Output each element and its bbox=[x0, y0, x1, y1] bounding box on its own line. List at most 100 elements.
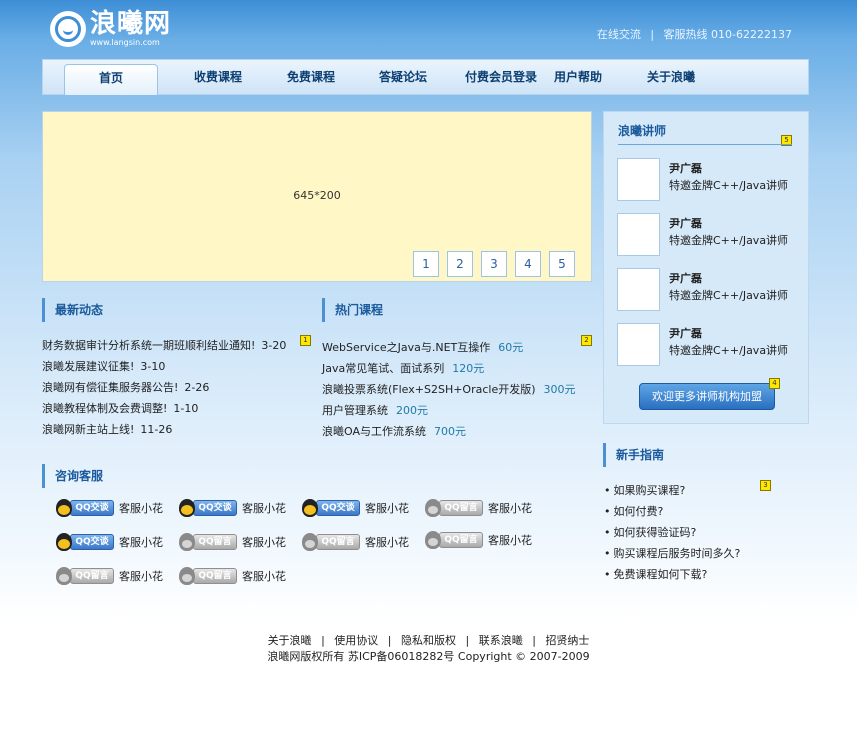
course-link[interactable]: 浪曦OA与工作流系统 bbox=[322, 425, 426, 438]
nav-paid-courses[interactable]: 收费课程 bbox=[165, 60, 271, 94]
footer-link-terms[interactable]: 使用协议 bbox=[334, 634, 378, 647]
news-date: 11-26 bbox=[140, 423, 173, 436]
teacher-name: 尹广磊 bbox=[669, 327, 702, 340]
qq-message-button[interactable]: QQ留言 bbox=[193, 534, 237, 550]
teacher-photo[interactable] bbox=[617, 323, 660, 366]
teacher-title: 特邀金牌C++/Java讲师 bbox=[669, 234, 789, 247]
qq-message-button[interactable]: QQ留言 bbox=[193, 568, 237, 584]
list-item[interactable]: 财务数据审计分析系统一期班顺利结业通知! 3-20 bbox=[42, 335, 286, 356]
guide-link[interactable]: 购买课程后服务时间多久? bbox=[614, 547, 741, 560]
news-badge: 1 bbox=[300, 335, 311, 346]
site-logo[interactable]: 浪曦网 www.langsin.com bbox=[50, 10, 171, 47]
guide-link[interactable]: 如何获得验证码? bbox=[614, 526, 697, 539]
guide-link[interactable]: 如何付费? bbox=[614, 505, 664, 518]
banner-page-3[interactable]: 3 bbox=[481, 251, 507, 277]
qq-online-contact[interactable]: QQ交谈 客服小花 bbox=[56, 530, 163, 554]
banner-page-1[interactable]: 1 bbox=[413, 251, 439, 277]
agent-name: 客服小花 bbox=[365, 502, 409, 515]
teacher-card[interactable]: 尹广磊 特邀金牌C++/Java讲师 bbox=[617, 213, 801, 257]
banner-page-5[interactable]: 5 bbox=[549, 251, 575, 277]
qq-offline-contact[interactable]: QQ留言 客服小花 bbox=[179, 564, 286, 588]
nav-free-courses[interactable]: 免费课程 bbox=[258, 60, 364, 94]
news-link[interactable]: 浪曦网有偿征集服务器公告! bbox=[42, 381, 178, 394]
course-link[interactable]: Java常见笔试、面试系列 bbox=[322, 362, 444, 375]
guide-section-title: 新手指南 bbox=[603, 443, 664, 467]
qq-offline-contact[interactable]: QQ留言 客服小花 bbox=[425, 496, 532, 520]
qq-penguin-icon bbox=[179, 533, 195, 551]
list-item[interactable]: 浪曦网有偿征集服务器公告! 2-26 bbox=[42, 377, 286, 398]
list-item[interactable]: 浪曦投票系统(Flex+S2SH+Oracle开发版) 300元 bbox=[322, 379, 576, 400]
qq-penguin-icon bbox=[179, 499, 195, 517]
nav-help[interactable]: 用户帮助 bbox=[532, 60, 624, 94]
teacher-card[interactable]: 尹广磊 特邀金牌C++/Java讲师 bbox=[617, 323, 801, 367]
course-price: 200元 bbox=[396, 404, 428, 417]
list-item[interactable]: 浪曦发展建议征集! 3-10 bbox=[42, 356, 286, 377]
list-item[interactable]: Java常见笔试、面试系列 120元 bbox=[322, 358, 576, 379]
news-link[interactable]: 浪曦发展建议征集! bbox=[42, 360, 134, 373]
banner[interactable]: 645*200 1 2 3 4 5 bbox=[42, 111, 592, 282]
qq-offline-contact[interactable]: QQ留言 客服小花 bbox=[302, 530, 409, 554]
guide-link[interactable]: 免费课程如何下载? bbox=[614, 568, 708, 581]
hotline-text: 客服热线 010-62222137 bbox=[663, 28, 792, 41]
course-link[interactable]: WebService之Java与.NET互操作 bbox=[322, 341, 490, 354]
footer-link-privacy[interactable]: 隐私和版权 bbox=[401, 634, 456, 647]
logo-url: www.langsin.com bbox=[90, 38, 160, 47]
list-item[interactable]: 免费课程如何下载? bbox=[604, 564, 740, 585]
qq-message-button[interactable]: QQ留言 bbox=[316, 534, 360, 550]
course-link[interactable]: 用户管理系统 bbox=[322, 404, 388, 417]
news-link[interactable]: 浪曦教程体制及会费调整! bbox=[42, 402, 167, 415]
list-item[interactable]: 购买课程后服务时间多久? bbox=[604, 543, 741, 564]
guide-list: 如果购买课程? 如何付费? 如何获得验证码? 购买课程后服务时间多久? 免费课程… bbox=[604, 480, 741, 585]
list-item[interactable]: WebService之Java与.NET互操作 60元 bbox=[322, 337, 576, 358]
qq-penguin-icon bbox=[425, 499, 441, 517]
join-teachers-button[interactable]: 欢迎更多讲师机构加盟 bbox=[639, 383, 775, 410]
list-item[interactable]: 用户管理系统 200元 bbox=[322, 400, 576, 421]
teachers-panel: 浪曦讲师 5 尹广磊 特邀金牌C++/Java讲师 尹广磊 特邀金牌C++/Ja… bbox=[603, 111, 809, 424]
footer-separator: | bbox=[532, 634, 536, 647]
footer-link-jobs[interactable]: 招贤纳士 bbox=[545, 634, 589, 647]
qq-message-button[interactable]: QQ留言 bbox=[439, 500, 483, 516]
qq-offline-contact[interactable]: QQ留言 客服小花 bbox=[56, 564, 163, 588]
qq-chat-button[interactable]: QQ交谈 bbox=[70, 534, 114, 550]
teacher-photo[interactable] bbox=[617, 213, 660, 256]
list-item[interactable]: 如何获得验证码? bbox=[604, 522, 740, 543]
qq-chat-button[interactable]: QQ交谈 bbox=[70, 500, 114, 516]
teacher-photo[interactable] bbox=[617, 268, 660, 311]
banner-page-2[interactable]: 2 bbox=[447, 251, 473, 277]
nav-about[interactable]: 关于浪曦 bbox=[625, 60, 717, 94]
online-chat-link[interactable]: 在线交流 bbox=[597, 28, 641, 41]
join-badge: 4 bbox=[769, 378, 780, 389]
list-item[interactable]: 如何付费? bbox=[604, 501, 740, 522]
qq-message-button[interactable]: QQ留言 bbox=[70, 568, 114, 584]
banner-page-4[interactable]: 4 bbox=[515, 251, 541, 277]
nav-home[interactable]: 首页 bbox=[64, 64, 158, 95]
guide-link[interactable]: 如果购买课程? bbox=[614, 484, 686, 497]
teacher-name: 尹广磊 bbox=[669, 272, 702, 285]
list-item[interactable]: 如果购买课程? bbox=[604, 480, 740, 501]
list-item[interactable]: 浪曦教程体制及会费调整! 1-10 bbox=[42, 398, 286, 419]
course-link[interactable]: 浪曦投票系统(Flex+S2SH+Oracle开发版) bbox=[322, 383, 536, 396]
news-link[interactable]: 财务数据审计分析系统一期班顺利结业通知! bbox=[42, 339, 255, 352]
qq-message-button[interactable]: QQ留言 bbox=[439, 532, 483, 548]
list-item[interactable]: 浪曦OA与工作流系统 700元 bbox=[322, 421, 576, 442]
teacher-card[interactable]: 尹广磊 特邀金牌C++/Java讲师 bbox=[617, 268, 801, 312]
agent-name: 客服小花 bbox=[242, 570, 286, 583]
qq-penguin-icon bbox=[56, 533, 72, 551]
teacher-card[interactable]: 尹广磊 特邀金牌C++/Java讲师 bbox=[617, 158, 801, 202]
qq-offline-contact[interactable]: QQ留言 客服小花 bbox=[425, 528, 532, 552]
list-item[interactable]: 浪曦网新主站上线! 11-26 bbox=[42, 419, 286, 440]
qq-chat-button[interactable]: QQ交谈 bbox=[193, 500, 237, 516]
teacher-title: 特邀金牌C++/Java讲师 bbox=[669, 289, 789, 302]
footer-separator: | bbox=[387, 634, 392, 647]
qq-chat-button[interactable]: QQ交谈 bbox=[316, 500, 360, 516]
teachers-divider bbox=[618, 144, 792, 145]
qq-offline-contact[interactable]: QQ留言 客服小花 bbox=[179, 530, 286, 554]
qq-online-contact[interactable]: QQ交谈 客服小花 bbox=[179, 496, 286, 520]
news-date: 3-10 bbox=[140, 360, 166, 373]
qq-online-contact[interactable]: QQ交谈 客服小花 bbox=[56, 496, 163, 520]
footer-link-about[interactable]: 关于浪曦 bbox=[268, 634, 312, 647]
qq-online-contact[interactable]: QQ交谈 客服小花 bbox=[302, 496, 409, 520]
news-link[interactable]: 浪曦网新主站上线! bbox=[42, 423, 134, 436]
teacher-photo[interactable] bbox=[617, 158, 660, 201]
footer-link-contact[interactable]: 联系浪曦 bbox=[479, 634, 523, 647]
